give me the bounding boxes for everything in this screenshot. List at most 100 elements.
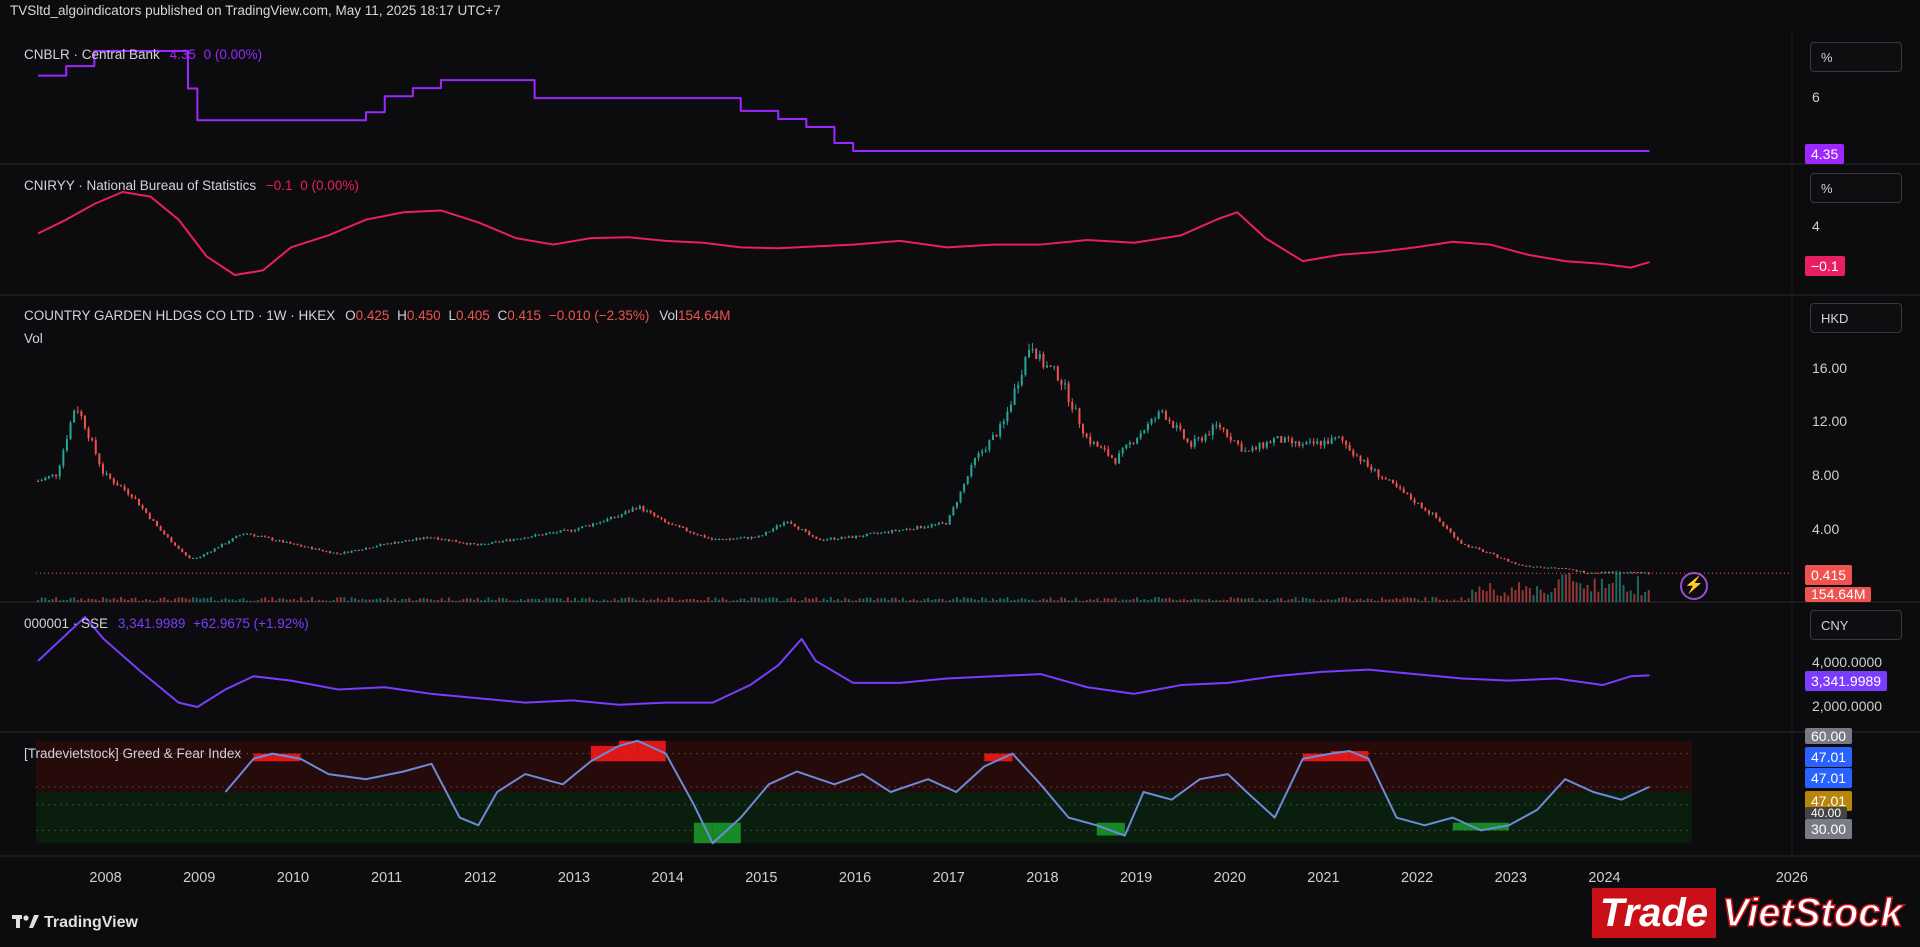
candle-body [1402,488,1405,493]
candle-body [1298,441,1301,446]
volume-bar [764,597,767,602]
candle-body [429,537,432,539]
candle-body [674,524,677,526]
candle-body [1154,418,1157,420]
volume-bar [963,597,966,602]
volume-bar [1038,600,1041,602]
volume-bar [379,598,382,602]
volume-bar [948,600,951,602]
volume-bar [1363,600,1366,602]
candle-body [1146,423,1149,431]
volume-bar [779,600,782,602]
candle-body [411,539,414,541]
volume-bar [837,598,840,602]
candle-body [1355,455,1358,457]
candle-body [480,543,483,546]
x-tick-label: 2021 [1307,870,1340,886]
candle-body [80,411,83,416]
volume-bar [1027,599,1030,602]
candle-body [451,540,454,542]
lightning-icon[interactable]: ⚡ [1680,572,1708,600]
vol-value: 154.64M [677,308,731,323]
volume-bar [714,597,717,602]
volume-bar [1121,599,1124,602]
candle-body [592,523,595,527]
tradingview-logo[interactable]: TradingView [12,913,138,932]
volume-bar [285,599,288,602]
cniryy-series-line [37,191,1650,276]
candle-body [437,537,440,540]
volume-bar [390,600,393,602]
candle-body [447,539,450,541]
volume-bar [296,600,299,602]
volume-bar [880,598,883,602]
candle-body [1337,436,1340,438]
volume-bar [422,597,425,602]
candle-body [1197,437,1200,439]
candle-body [1046,365,1049,368]
candle-body [865,533,868,537]
candle-body [660,517,663,519]
candle-body [1283,437,1286,443]
candle-body [375,546,378,548]
candle-body [343,551,346,554]
cnblr-unit-button[interactable]: % [1810,42,1902,72]
cniryy-value: −0.1 [265,178,293,193]
candle-body [1092,441,1095,444]
price-unit-button[interactable]: HKD [1810,303,1902,333]
candle-body [869,533,872,535]
candle-body [285,541,288,543]
candle-body [300,545,303,547]
candle-body [815,536,818,539]
candle-body [999,424,1002,437]
volume-bar [1247,598,1250,602]
candle-body [1082,424,1085,434]
x-tick-label: 2012 [464,870,497,886]
candle-body [1445,525,1448,529]
volume-bar [231,599,234,602]
volume-bar [664,600,667,602]
volume-bar [797,600,800,602]
candle-body [1409,494,1412,500]
volume-bar [1182,598,1185,602]
candle-body [1406,492,1409,495]
volume-bar [545,597,548,602]
gf-badge-60: 60.00 [1805,728,1853,744]
sse-unit-button[interactable]: CNY [1810,610,1902,640]
volume-bar [386,597,389,602]
volume-bar [757,597,760,602]
candle-body [1276,436,1279,439]
volume-bar [516,600,519,602]
candle-body [689,531,692,533]
cniryy-change: 0 (0.00%) [300,178,359,193]
cnblr-legend: CNBLR · Central Bank 4.35 0 (0.00%) [24,47,262,62]
candle-body [746,537,749,539]
volume-bar [76,600,79,602]
volume-bar [494,600,497,602]
volume-bar [1618,571,1621,602]
candle-body [1229,436,1232,441]
volume-bar [927,597,930,602]
candle-body [1442,521,1445,526]
candle-body [1096,441,1099,447]
candle-body [779,525,782,527]
volume-bar [1359,598,1362,602]
volume-bar [685,599,688,602]
volume-bar [419,598,422,602]
candle-body [1139,433,1142,439]
cniryy-unit-button[interactable]: % [1810,173,1902,203]
candle-body [202,554,205,557]
volume-bar [1168,597,1171,602]
volume-bar [1208,598,1211,602]
volume-bar [537,598,540,602]
candle-body [1370,466,1373,471]
volume-bar [1615,570,1618,602]
candle-body [606,518,609,522]
volume-bar [671,597,674,602]
candle-body [847,536,850,538]
candle-body [721,538,724,540]
volume-bar [1128,599,1131,602]
volume-bar [181,597,184,602]
candle-body [379,544,382,547]
candle-body [101,464,104,474]
